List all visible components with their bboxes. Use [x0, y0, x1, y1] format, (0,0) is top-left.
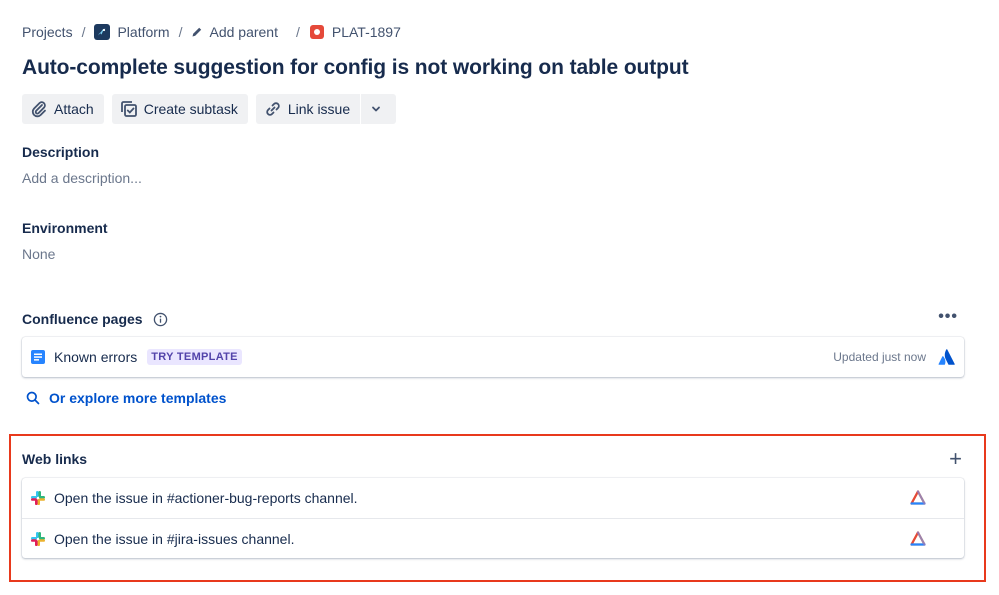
- confluence-header: Confluence pages •••: [22, 309, 964, 328]
- web-link-row[interactable]: Open the issue in #actioner-bug-reports …: [22, 478, 964, 518]
- page-icon: [30, 349, 46, 365]
- updated-timestamp: Updated just now: [833, 350, 926, 364]
- link-icon: [263, 99, 288, 119]
- confluence-page-title: Known errors: [54, 349, 138, 365]
- more-actions-dropdown[interactable]: [361, 94, 397, 124]
- link-issue-label: Link issue: [287, 101, 351, 117]
- web-link-row[interactable]: Open the issue in #jira-issues channel.: [22, 518, 964, 558]
- breadcrumb-project-label: Platform: [117, 24, 170, 40]
- pencil-icon: [191, 26, 203, 38]
- bug-icon: [309, 24, 325, 40]
- web-links-list: Open the issue in #actioner-bug-reports …: [22, 478, 964, 558]
- info-icon[interactable]: [153, 312, 168, 327]
- web-links-heading: Web links: [22, 451, 88, 467]
- link-issue-button[interactable]: Link issue: [255, 94, 361, 124]
- breadcrumb-projects[interactable]: Projects: [22, 24, 73, 40]
- breadcrumb-add-parent-label: Add parent: [209, 24, 278, 40]
- description-heading: Description: [22, 144, 100, 160]
- attach-button[interactable]: Attach: [22, 94, 104, 124]
- breadcrumb-add-parent[interactable]: Add parent: [191, 24, 278, 40]
- confluence-page-row[interactable]: Known errors TRY TEMPLATE Updated just n…: [22, 337, 964, 377]
- rocket-icon: [94, 24, 111, 40]
- try-template-lozenge[interactable]: TRY TEMPLATE: [147, 349, 242, 365]
- create-subtask-button[interactable]: Create subtask: [111, 94, 248, 124]
- web-links-header: Web links +: [22, 448, 964, 470]
- environment-heading: Environment: [22, 220, 108, 236]
- confluence-heading: Confluence pages: [22, 311, 143, 327]
- actioner-icon: [910, 531, 926, 547]
- web-link-label: Open the issue in #actioner-bug-reports …: [54, 490, 358, 506]
- breadcrumb-issue-key[interactable]: PLAT-1897: [309, 24, 401, 40]
- breadcrumb-issue-key-label: PLAT-1897: [331, 24, 401, 40]
- issue-toolbar: Attach Create subtask Link issue: [22, 94, 397, 124]
- breadcrumb-project-platform[interactable]: Platform: [94, 24, 170, 40]
- breadcrumb: Projects / Platform / Add parent / PLAT-…: [22, 22, 401, 42]
- confluence-more-button[interactable]: •••: [938, 309, 958, 325]
- chevron-down-icon: [370, 103, 387, 115]
- web-link-label: Open the issue in #jira-issues channel.: [54, 530, 295, 547]
- actioner-icon: [910, 490, 926, 506]
- confluence-page-card: Known errors TRY TEMPLATE Updated just n…: [22, 337, 964, 377]
- paperclip-icon: [29, 99, 54, 119]
- add-web-link-button[interactable]: +: [949, 448, 962, 470]
- description-field[interactable]: Add a description...: [22, 170, 142, 186]
- explore-templates-label: Or explore more templates: [49, 390, 227, 406]
- breadcrumb-separator: /: [295, 24, 300, 40]
- explore-templates-link[interactable]: Or explore more templates: [26, 390, 226, 406]
- breadcrumb-projects-label: Projects: [22, 24, 73, 40]
- atlassian-icon: [938, 348, 956, 366]
- subtask-icon: [119, 99, 144, 119]
- breadcrumb-separator: /: [178, 24, 183, 40]
- slack-icon: [30, 531, 46, 547]
- slack-icon: [30, 490, 46, 506]
- search-icon: [26, 391, 49, 405]
- breadcrumb-separator: /: [81, 24, 86, 40]
- create-subtask-label: Create subtask: [143, 101, 238, 117]
- issue-title[interactable]: Auto-complete suggestion for config is n…: [22, 56, 689, 80]
- attach-label: Attach: [54, 101, 94, 117]
- environment-field[interactable]: None: [22, 246, 55, 262]
